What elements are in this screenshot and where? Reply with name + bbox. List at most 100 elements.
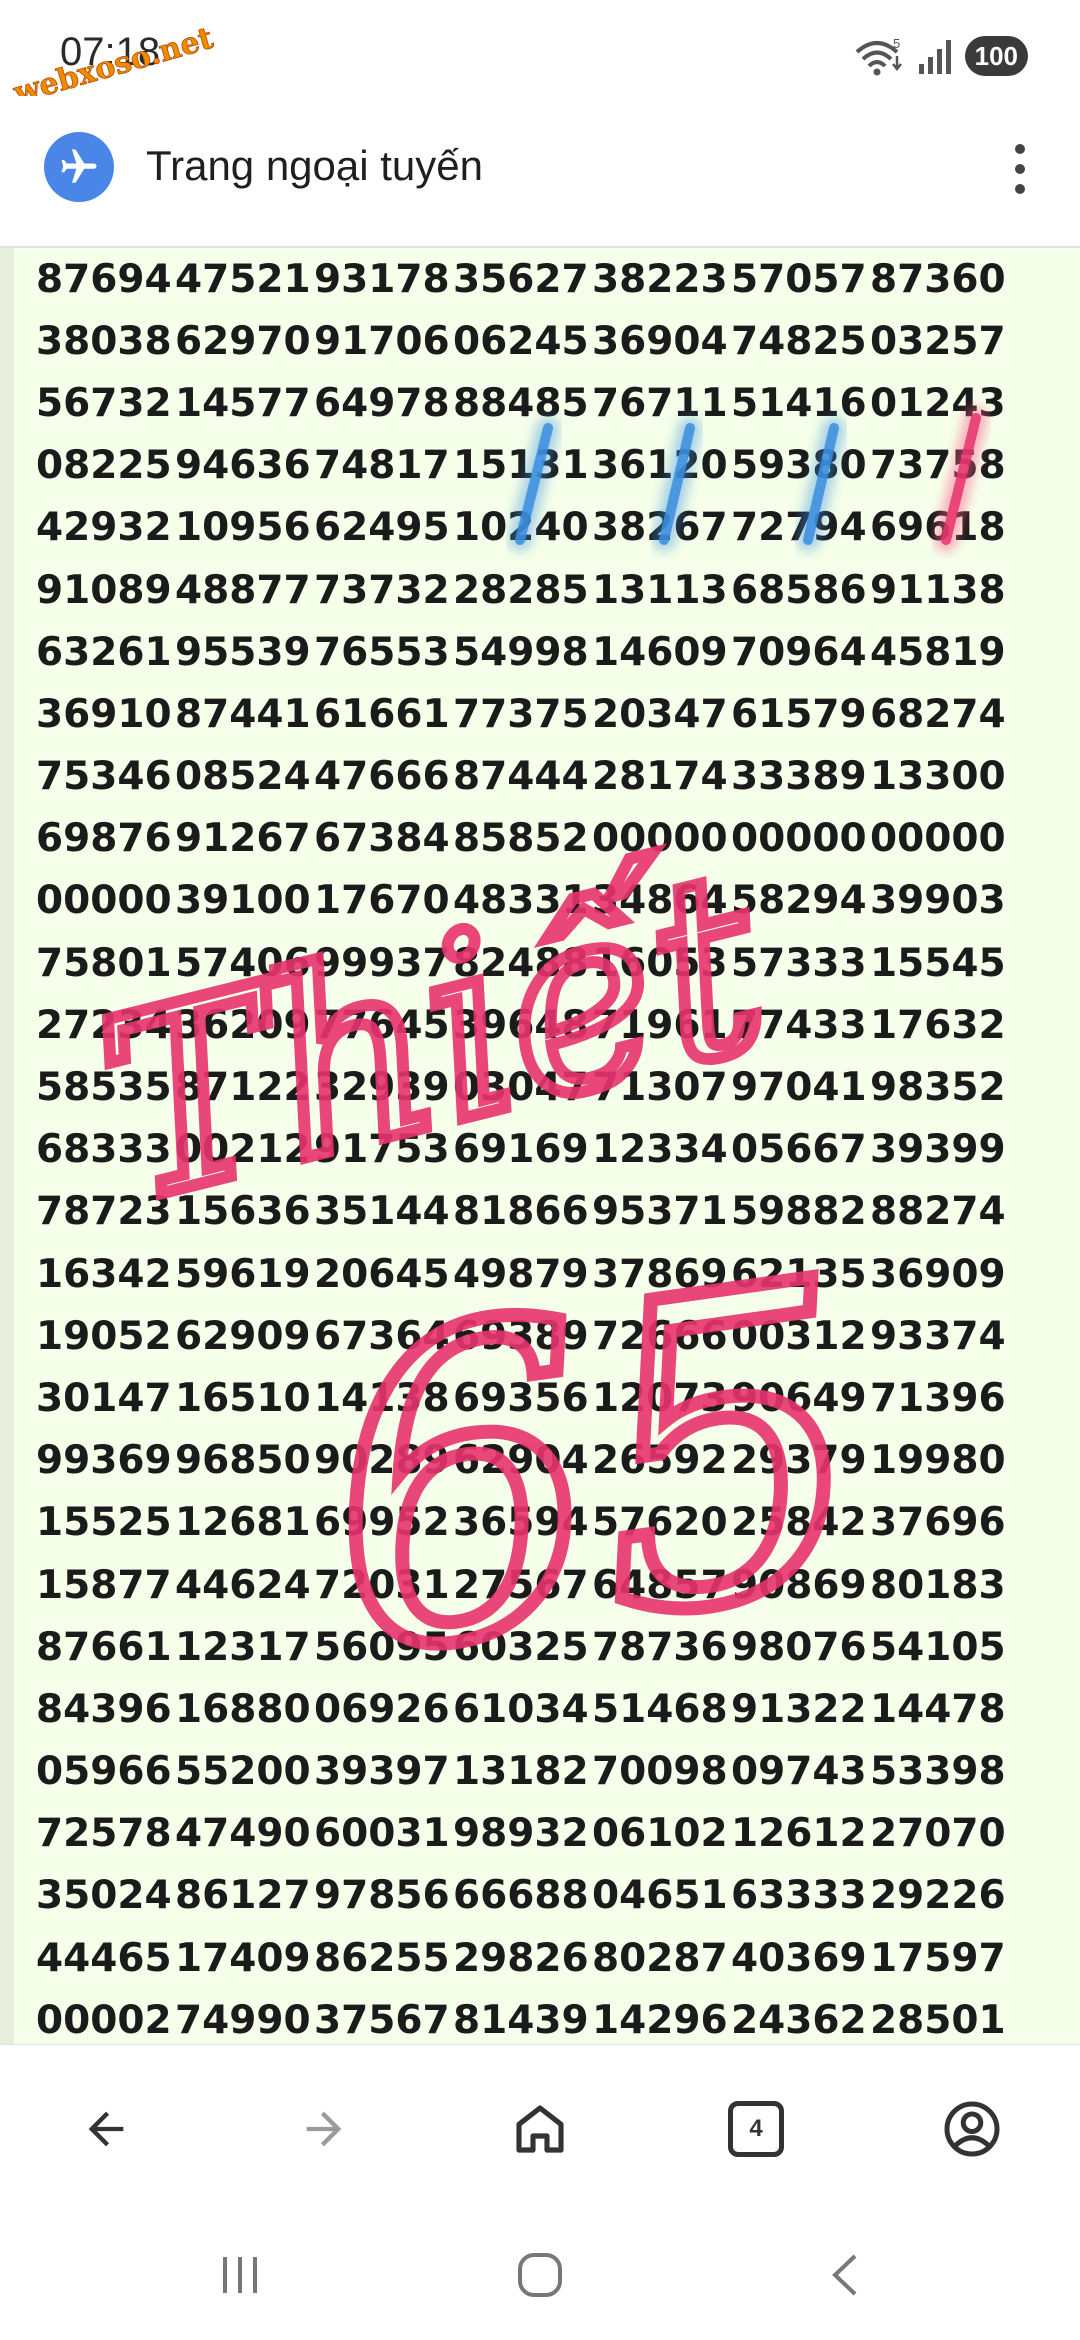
offline-badge[interactable] <box>44 132 114 202</box>
home-button[interactable] <box>500 2089 580 2169</box>
number-cell: 17409 <box>175 1935 311 1981</box>
number-cell: 60031 <box>314 1811 450 1857</box>
recents-button[interactable] <box>200 2240 280 2310</box>
number-cell: 19052 <box>36 1313 172 1359</box>
number-cell: 14296 <box>592 1997 728 2043</box>
tabs-button[interactable]: 4 <box>716 2089 796 2169</box>
browser-toolbar: 4 <box>0 2044 1080 2204</box>
number-cell: 78736 <box>592 1624 728 1670</box>
number-cell: 33389 <box>731 754 867 800</box>
number-cell: 88485 <box>453 380 589 426</box>
number-cell: 37567 <box>314 1997 450 2043</box>
number-row: 72578 47490 60031 98932 06102 12612 27070 <box>36 1803 1076 1865</box>
number-cell: 15131 <box>453 443 589 489</box>
number-cell: 12612 <box>731 1811 867 1857</box>
number-cell: 29826 <box>453 1935 589 1981</box>
number-cell: 14609 <box>592 629 728 675</box>
number-cell: 28285 <box>453 567 589 613</box>
number-cell: 87661 <box>36 1624 172 1670</box>
number-cell: 06102 <box>592 1811 728 1857</box>
offline-page-content[interactable]: 87694 47521 93178 35627 38223 57057 87360 38038… <box>0 248 1080 2044</box>
number-cell: 44624 <box>175 1562 311 1608</box>
number-row: 35024 86127 97856 66688 04651 63333 29226 <box>36 1865 1076 1927</box>
number-cell: 63333 <box>731 1873 867 1919</box>
number-cell: 72031 <box>314 1562 450 1608</box>
number-cell: 99369 <box>36 1438 172 1484</box>
number-cell: 14138 <box>314 1375 450 1421</box>
number-cell: 16510 <box>175 1375 311 1421</box>
number-cell: 17632 <box>870 1002 1006 1048</box>
number-row: 00000 39100 17670 48331 34864 58294 39903 <box>36 870 1076 932</box>
watermark-logo: webxoso.net <box>9 20 218 96</box>
number-row: 44465 17409 86255 29826 80287 40369 17597 <box>36 1927 1076 1989</box>
number-cell: 57057 <box>731 256 867 302</box>
number-cell: 37696 <box>870 1500 1006 1546</box>
system-back-button[interactable] <box>806 2240 886 2310</box>
number-cell: 13113 <box>592 567 728 613</box>
number-cell: 08524 <box>175 754 311 800</box>
number-cell: 08225 <box>36 443 172 489</box>
number-cell: 44465 <box>36 1935 172 1981</box>
battery-indicator: 100 <box>964 36 1028 76</box>
number-row: 63261 95539 76553 54998 14609 70964 45819 <box>36 621 1076 683</box>
number-cell: 91753 <box>314 1127 450 1173</box>
number-row: 27234 36209 77645 39648 71961 77433 17632 <box>36 994 1076 1056</box>
forward-button[interactable] <box>284 2089 364 2169</box>
number-cell: 38223 <box>592 256 728 302</box>
number-cell: 71307 <box>592 1065 728 1111</box>
number-row: 78723 15636 35144 81866 95371 59882 88274 <box>36 1181 1076 1243</box>
number-row: 42932 10956 62495 10240 38267 72794 69618 <box>36 497 1076 559</box>
number-cell: 81439 <box>453 1997 589 2043</box>
number-cell: 00000 <box>592 816 728 862</box>
number-cell: 03047 <box>453 1065 589 1111</box>
number-row: 56732 14577 64978 88485 76711 51416 01243 <box>36 372 1076 434</box>
number-cell: 61034 <box>453 1686 589 1732</box>
number-cell: 15877 <box>36 1562 172 1608</box>
back-button[interactable] <box>66 2089 146 2169</box>
account-button[interactable] <box>932 2089 1012 2169</box>
number-cell: 30147 <box>36 1375 172 1421</box>
number-row: 00002 74990 37567 81439 14296 24362 28501 <box>36 1989 1076 2044</box>
number-cell: 42932 <box>36 505 172 551</box>
number-cell: 62135 <box>731 1251 867 1297</box>
number-cell: 47490 <box>175 1811 311 1857</box>
forward-icon <box>306 2111 342 2147</box>
number-cell: 10240 <box>453 505 589 551</box>
number-cell: 00000 <box>870 816 1006 862</box>
number-cell: 69356 <box>453 1375 589 1421</box>
number-row: 15525 12681 69952 36594 57620 25842 37696 <box>36 1492 1076 1554</box>
number-row: 87694 47521 93178 35627 38223 57057 87360 <box>36 248 1076 310</box>
number-cell: 54105 <box>870 1624 1006 1670</box>
number-cell: 51416 <box>731 380 867 426</box>
number-cell: 70098 <box>592 1749 728 1795</box>
number-cell: 56732 <box>36 380 172 426</box>
number-cell: 57406 <box>175 940 311 986</box>
number-row: 99369 96850 90289 62904 26592 29379 19980 <box>36 1430 1076 1492</box>
number-cell: 75801 <box>36 940 172 986</box>
number-cell: 38038 <box>36 318 172 364</box>
number-grid: 87694 47521 93178 35627 38223 57057 87360 38038… <box>36 248 1076 2044</box>
number-cell: 94636 <box>175 443 311 489</box>
back-icon <box>88 2111 124 2147</box>
number-cell: 71396 <box>870 1375 1006 1421</box>
number-cell: 29226 <box>870 1873 1006 1919</box>
number-row: 38038 62970 91706 06245 36904 74825 03257 <box>36 310 1076 372</box>
number-cell: 69169 <box>453 1127 589 1173</box>
number-cell: 64978 <box>314 380 450 426</box>
more-vert-icon[interactable] <box>1000 134 1040 204</box>
number-cell: 13300 <box>870 754 1006 800</box>
wifi-icon: 5 <box>855 36 902 76</box>
number-cell: 36904 <box>592 318 728 364</box>
system-home-button[interactable] <box>500 2240 580 2310</box>
number-cell: 68333 <box>36 1127 172 1173</box>
number-row: 68333 00212 91753 69169 12334 05667 39399 <box>36 1119 1076 1181</box>
number-cell: 59882 <box>731 1189 867 1235</box>
number-row: 84396 16880 06926 61034 51468 91322 14478 <box>36 1678 1076 1740</box>
number-cell: 71961 <box>592 1002 728 1048</box>
number-cell: 77645 <box>314 1002 450 1048</box>
airplane-icon <box>61 149 97 183</box>
number-row: 36910 87441 61661 77375 20347 61579 68274 <box>36 683 1076 745</box>
number-cell: 36910 <box>36 691 172 737</box>
number-cell: 53398 <box>870 1749 1006 1795</box>
number-cell: 97856 <box>314 1873 450 1919</box>
